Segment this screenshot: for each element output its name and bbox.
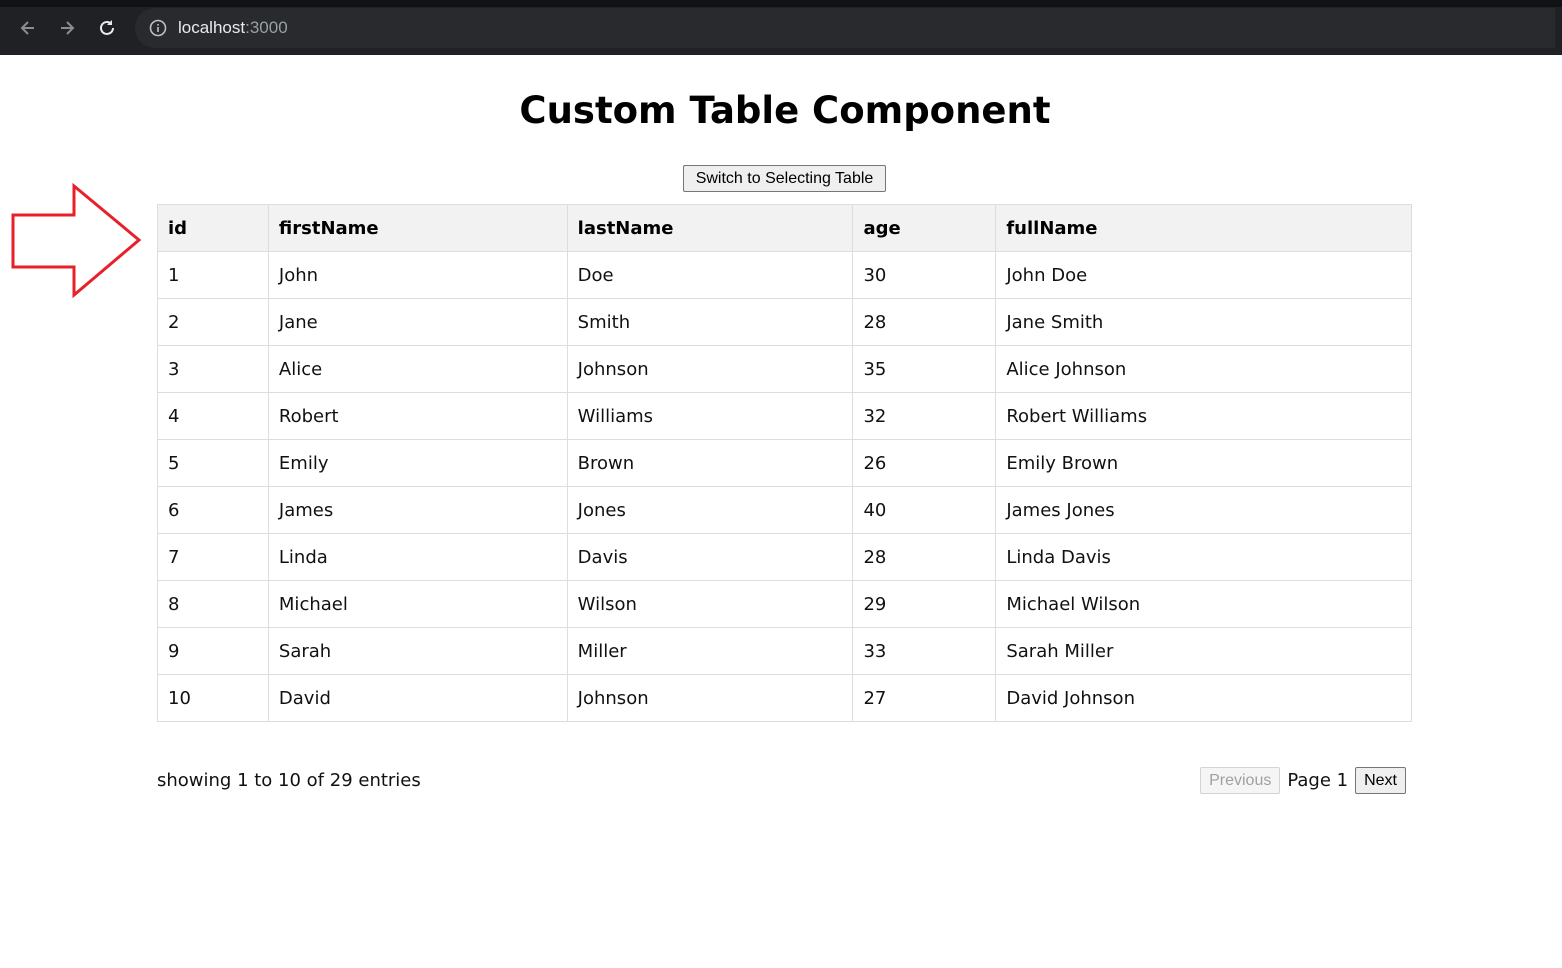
column-header-age[interactable]: age	[852, 204, 997, 252]
back-arrow-icon	[20, 21, 34, 35]
table-header-row: id firstName lastName age fullName	[157, 204, 1412, 252]
cell-fullname: James Jones	[995, 486, 1412, 534]
cell-firstname: Emily	[267, 439, 568, 487]
cell-lastname: Brown	[566, 439, 854, 487]
column-header-fullname[interactable]: fullName	[995, 204, 1412, 252]
cell-fullname: Emily Brown	[995, 439, 1412, 487]
cell-id: 10	[157, 674, 269, 722]
reload-icon	[100, 20, 114, 35]
cell-id: 7	[157, 533, 269, 581]
table-row: 6 James Jones 40 James Jones	[157, 486, 1412, 534]
cell-fullname: Robert Williams	[995, 392, 1412, 440]
page-title: Custom Table Component	[519, 89, 1051, 132]
switch-table-button[interactable]: Switch to Selecting Table	[683, 165, 886, 192]
cell-id: 5	[157, 439, 269, 487]
back-button[interactable]	[14, 14, 42, 42]
table-row: 5 Emily Brown 26 Emily Brown	[157, 439, 1412, 487]
column-header-lastname[interactable]: lastName	[566, 204, 854, 252]
cell-lastname: Wilson	[566, 580, 854, 628]
table-row: 7 Linda Davis 28 Linda Davis	[157, 533, 1412, 581]
cell-lastname: Williams	[566, 392, 854, 440]
cell-fullname: Michael Wilson	[995, 580, 1412, 628]
browser-toolbar: localhost:3000	[0, 0, 1562, 55]
cell-id: 8	[157, 580, 269, 628]
pagination: Previous Page 1 Next	[1200, 767, 1406, 794]
column-header-firstname[interactable]: firstName	[267, 204, 568, 252]
address-bar[interactable]: localhost:3000	[135, 8, 1555, 48]
site-info-icon[interactable]	[149, 19, 167, 37]
cell-firstname: Sarah	[267, 627, 568, 675]
url-port: :3000	[245, 18, 288, 37]
cell-id: 1	[157, 251, 269, 299]
cell-lastname: Doe	[566, 251, 854, 299]
cell-age: 30	[852, 251, 997, 299]
reload-button[interactable]	[93, 14, 121, 42]
page-indicator: Page 1	[1287, 770, 1349, 791]
cell-firstname: John	[267, 251, 568, 299]
table-row: 8 Michael Wilson 29 Michael Wilson	[157, 580, 1412, 628]
cell-fullname: Linda Davis	[995, 533, 1412, 581]
cell-fullname: Sarah Miller	[995, 627, 1412, 675]
cell-lastname: Smith	[566, 298, 854, 346]
url-text: localhost:3000	[178, 18, 288, 38]
cell-age: 40	[852, 486, 997, 534]
cell-id: 2	[157, 298, 269, 346]
cell-fullname: Jane Smith	[995, 298, 1412, 346]
cell-firstname: Linda	[267, 533, 568, 581]
cell-age: 28	[852, 533, 997, 581]
cell-age: 33	[852, 627, 997, 675]
url-host: localhost	[178, 18, 246, 37]
cell-lastname: Davis	[566, 533, 854, 581]
cell-firstname: Robert	[267, 392, 568, 440]
entries-info: showing 1 to 10 of 29 entries	[157, 770, 421, 791]
table-row: 9 Sarah Miller 33 Sarah Miller	[157, 627, 1412, 675]
cell-lastname: Miller	[566, 627, 854, 675]
cell-id: 9	[157, 627, 269, 675]
table-row: 1 John Doe 30 John Doe	[157, 251, 1412, 299]
forward-button[interactable]	[53, 14, 81, 42]
cell-age: 29	[852, 580, 997, 628]
cell-firstname: David	[267, 674, 568, 722]
cell-age: 26	[852, 439, 997, 487]
cell-lastname: Jones	[566, 486, 854, 534]
cell-age: 27	[852, 674, 997, 722]
cell-id: 6	[157, 486, 269, 534]
cell-firstname: Alice	[267, 345, 568, 393]
table-row: 4 Robert Williams 32 Robert Williams	[157, 392, 1412, 440]
cell-firstname: Jane	[267, 298, 568, 346]
cell-age: 32	[852, 392, 997, 440]
cell-firstname: Michael	[267, 580, 568, 628]
next-button[interactable]: Next	[1355, 767, 1406, 794]
cell-fullname: John Doe	[995, 251, 1412, 299]
column-header-id[interactable]: id	[157, 204, 269, 252]
cell-fullname: Alice Johnson	[995, 345, 1412, 393]
table-row: 10 David Johnson 27 David Johnson	[157, 674, 1412, 722]
cell-firstname: James	[267, 486, 568, 534]
cell-id: 3	[157, 345, 269, 393]
cell-age: 35	[852, 345, 997, 393]
cell-age: 28	[852, 298, 997, 346]
previous-button[interactable]: Previous	[1200, 767, 1281, 794]
data-table: id firstName lastName age fullName 1 Joh…	[157, 204, 1412, 722]
annotation-arrow-icon	[11, 183, 142, 299]
table-row: 2 Jane Smith 28 Jane Smith	[157, 298, 1412, 346]
cell-id: 4	[157, 392, 269, 440]
forward-arrow-icon	[61, 21, 75, 35]
cell-lastname: Johnson	[566, 674, 854, 722]
cell-lastname: Johnson	[566, 345, 854, 393]
cell-fullname: David Johnson	[995, 674, 1412, 722]
table-row: 3 Alice Johnson 35 Alice Johnson	[157, 345, 1412, 393]
tab-strip	[0, 0, 1562, 7]
